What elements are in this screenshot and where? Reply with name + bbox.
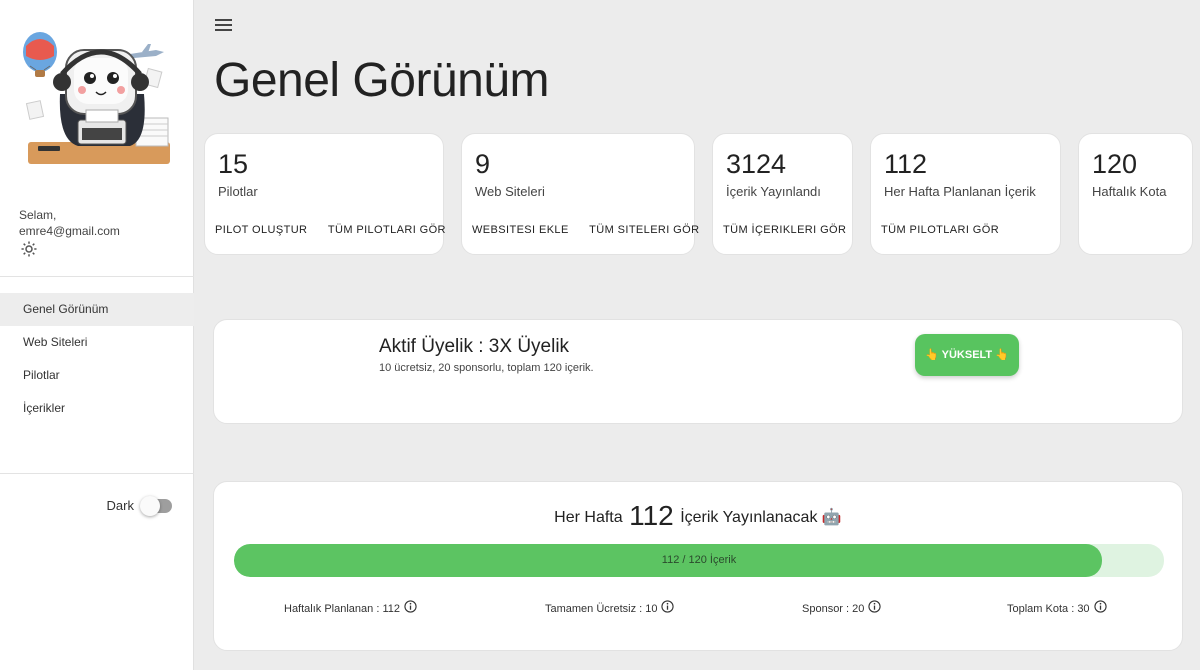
sidebar-divider bbox=[0, 473, 194, 474]
view-all-pilots-button[interactable]: TÜM PILOTLARI GÖR bbox=[324, 221, 450, 239]
view-all-pilots-button[interactable]: TÜM PILOTLARI GÖR bbox=[877, 221, 1003, 239]
sidebar: Selam, emre4@gmail.com Genel Görünüm Web… bbox=[0, 0, 194, 670]
weekly-heading: Her Hafta 112 İçerik Yayınlanacak 🤖 bbox=[214, 500, 1182, 532]
metric-weekly-planned: Haftalık Planlanan : 112 bbox=[284, 600, 417, 615]
stat-value: 15 bbox=[218, 149, 249, 179]
stat-card-pilots: 15 Pilotlar PILOT OLUŞTUR TÜM PILOTLARI … bbox=[204, 133, 446, 255]
menu-icon[interactable] bbox=[215, 19, 232, 33]
metric-label: Haftalık Planlanan : 112 bbox=[284, 603, 400, 615]
dark-mode-toggle[interactable] bbox=[140, 496, 172, 516]
weekly-count: 112 bbox=[629, 500, 674, 531]
progress-text: 112 / 120 İçerik bbox=[661, 554, 737, 566]
metric-fully-free: Tamamen Ücretsiz : 10 bbox=[545, 600, 675, 615]
weekly-content-panel: Her Hafta 112 İçerik Yayınlanacak 🤖 112 … bbox=[213, 481, 1183, 651]
user-email: emre4@gmail.com bbox=[19, 224, 120, 238]
info-icon[interactable] bbox=[404, 600, 417, 613]
gear-icon[interactable] bbox=[20, 240, 38, 258]
metric-sponsor: Sponsor : 20 bbox=[802, 600, 882, 615]
info-icon[interactable] bbox=[868, 600, 882, 613]
greeting-text: Selam, bbox=[19, 208, 57, 222]
sidebar-nav: Genel Görünüm Web Siteleri Pilotlar İçer… bbox=[0, 293, 194, 425]
toggle-knob bbox=[140, 496, 160, 516]
stat-label: Pilotlar bbox=[218, 184, 258, 199]
dark-mode-label: Dark bbox=[106, 498, 134, 513]
stat-value: 112 bbox=[884, 149, 928, 179]
metric-label: Sponsor : 20 bbox=[802, 603, 865, 615]
create-pilot-button[interactable]: PILOT OLUŞTUR bbox=[211, 221, 311, 239]
sidebar-item-pilotlar[interactable]: Pilotlar bbox=[0, 359, 194, 392]
sidebar-item-genel-gorunum[interactable]: Genel Görünüm bbox=[0, 293, 194, 326]
membership-title: Aktif Üyelik : 3X Üyelik bbox=[379, 336, 570, 357]
user-greeting: Selam, emre4@gmail.com bbox=[19, 207, 120, 239]
stat-card-weekly-planned: 112 Her Hafta Planlanan İçerik TÜM PILOT… bbox=[870, 133, 1061, 255]
stat-label: Web Siteleri bbox=[475, 184, 545, 199]
add-website-button[interactable]: WEBSITESI EKLE bbox=[468, 221, 573, 239]
view-all-content-button[interactable]: TÜM İÇERIKLERI GÖR bbox=[719, 221, 850, 239]
sidebar-divider bbox=[0, 276, 194, 277]
weekly-progress-bar: 112 / 120 İçerik bbox=[234, 544, 1164, 577]
membership-panel: Aktif Üyelik : 3X Üyelik 10 ücretsiz, 20… bbox=[213, 319, 1183, 424]
stat-value: 3124 bbox=[726, 149, 787, 179]
stat-value: 120 bbox=[1092, 149, 1138, 179]
metric-total-quota: Toplam Kota : 30 bbox=[1007, 600, 1107, 615]
metric-label: Tamamen Ücretsiz : 10 bbox=[545, 603, 658, 615]
stat-card-websites: 9 Web Siteleri WEBSITESI EKLE TÜM SITELE… bbox=[461, 133, 699, 255]
membership-subtitle: 10 ücretsiz, 20 sponsorlu, toplam 120 iç… bbox=[379, 362, 594, 374]
dark-mode-row: Dark bbox=[0, 495, 194, 517]
sidebar-item-web-siteleri[interactable]: Web Siteleri bbox=[0, 326, 194, 359]
sidebar-item-icerikler[interactable]: İçerikler bbox=[0, 392, 194, 425]
robot-mascot-logo bbox=[23, 32, 170, 164]
stat-label: Her Hafta Planlanan İçerik bbox=[884, 184, 1036, 199]
stat-card-published: 3124 İçerik Yayınlandı TÜM İÇERIKLERI GÖ… bbox=[712, 133, 853, 255]
stat-label: İçerik Yayınlandı bbox=[726, 184, 821, 199]
stat-card-weekly-quota: 120 Haftalık Kota bbox=[1078, 133, 1193, 255]
upgrade-button[interactable]: 👆 YÜKSELT 👆 bbox=[915, 334, 1019, 376]
stat-label: Haftalık Kota bbox=[1092, 184, 1167, 199]
weekly-prefix: Her Hafta bbox=[554, 509, 623, 526]
stat-value: 9 bbox=[475, 149, 491, 179]
metric-label: Toplam Kota : 30 bbox=[1007, 603, 1090, 615]
view-all-sites-button[interactable]: TÜM SITELERI GÖR bbox=[585, 221, 703, 239]
info-icon[interactable] bbox=[1093, 600, 1107, 613]
info-icon[interactable] bbox=[661, 600, 675, 613]
page-title: Genel Görünüm bbox=[214, 54, 550, 107]
weekly-suffix: İçerik Yayınlanacak 🤖 bbox=[680, 509, 842, 526]
